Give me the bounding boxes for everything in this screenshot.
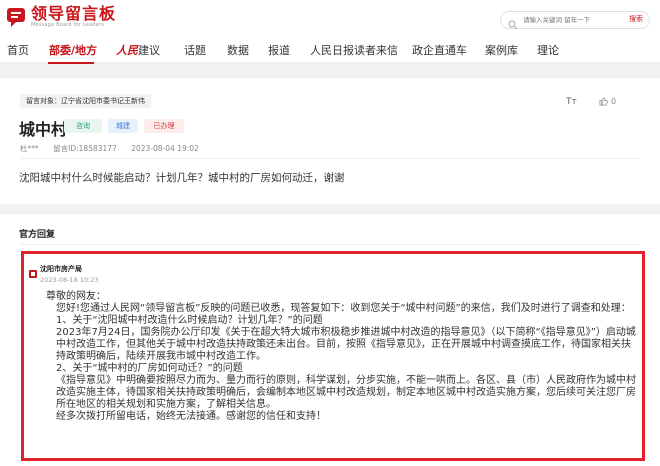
nav-active-underline xyxy=(48,62,94,64)
font-size-toggle[interactable]: Tт xyxy=(566,97,577,107)
tag-urban-construction[interactable]: 城建 xyxy=(108,119,138,133)
site-logo[interactable]: 领导留言板 Message Board for Leaders xyxy=(6,6,116,28)
main-nav: 首页 部委/地方 人民建议 话题 数据 报道 人民日报读者来信 政企直通车 案例… xyxy=(0,34,660,64)
reply-org-name: 沈阳市房产局 xyxy=(40,265,82,273)
reply-paragraph: 2023年7月24日，国务院办公厅印发《关于在超大特大城市积极稳步推进城中村改造… xyxy=(56,327,636,362)
thumb-up-icon xyxy=(599,97,608,106)
reply-greeting: 尊敬的网友： xyxy=(46,291,106,302)
reply-paragraph: 您好!您通过人民网“领导留言板”反映的问题已收悉，现答复如下：收到您关于“城中村… xyxy=(56,303,631,314)
message-title: 城中村 xyxy=(19,120,68,139)
logo-title: 领导留言板 xyxy=(31,4,117,23)
message-datetime: 2023-08-04 19:02 xyxy=(131,144,199,153)
logo-subtitle: Message Board for Leaders xyxy=(31,22,105,28)
reply-paragraph: 《指导意见》中明确要按照尽力而为、量力而行的原则，科学谋划，分步实施，不能一哄而… xyxy=(56,375,636,410)
nav-item-suggestions[interactable]: 人民建议 xyxy=(116,42,160,58)
message-target: 留言对象：辽宁省沈阳市委书记王新伟 xyxy=(20,94,151,108)
nav-item-reader-letters[interactable]: 人民日报读者来信 xyxy=(310,42,398,58)
nav-item-reports[interactable]: 报道 xyxy=(268,42,290,58)
tag-consult[interactable]: 咨询 xyxy=(64,119,102,133)
message-question: 沈阳城中村什么时候能启动？计划几年？城中村的厂房如何动迁，谢谢 xyxy=(19,172,345,184)
message-author: 杜*** xyxy=(20,144,39,153)
org-avatar-icon xyxy=(29,263,37,278)
search-box: 搜索 xyxy=(500,11,650,30)
nav-item-topics[interactable]: 话题 xyxy=(184,42,206,58)
status-badge: 已办理 xyxy=(144,119,184,133)
reply-date: 2023-08-18 10:23 xyxy=(40,276,99,284)
reply-divider xyxy=(20,244,640,245)
search-button[interactable]: 搜索 xyxy=(629,14,643,24)
message-meta: 杜*** 留言ID:18583177 2023-08-04 19:02 xyxy=(20,143,211,154)
nav-item-theory[interactable]: 理论 xyxy=(537,42,559,58)
renmin-logo: 人民 xyxy=(116,44,138,57)
like-button[interactable]: 0 xyxy=(599,97,616,106)
nav-item-data[interactable]: 数据 xyxy=(227,42,249,58)
nav-item-cases[interactable]: 案例库 xyxy=(485,42,518,58)
message-id: 留言ID:18583177 xyxy=(53,144,117,153)
reply-question-2: 2、关于“城中村的厂房如何动迁？”的问题 xyxy=(56,363,243,374)
nav-item-ministries[interactable]: 部委/地方 xyxy=(49,42,97,58)
reply-body: 尊敬的网友： 您好!您通过人民网“领导留言板”反映的问题已收悉，现答复如下：收到… xyxy=(40,291,640,423)
search-input[interactable] xyxy=(523,13,613,27)
like-count: 0 xyxy=(611,97,617,106)
reply-closing: 经多次拨打所留电话，始终无法接通。感谢您的信任和支持！ xyxy=(56,411,326,422)
top-bar: 领导留言板 Message Board for Leaders 搜索 xyxy=(0,0,660,34)
search-icon xyxy=(508,15,518,30)
reply-heading: 官方回复 xyxy=(19,230,56,240)
message-divider xyxy=(20,158,640,159)
nav-item-home[interactable]: 首页 xyxy=(7,42,29,58)
reply-question-1: 1、关于“沈阳城中村改造什么时候启动？计划几年？”的问题 xyxy=(56,315,323,326)
nav-item-enterprise[interactable]: 政企直通车 xyxy=(412,42,467,58)
logo-mark-icon xyxy=(6,6,28,28)
